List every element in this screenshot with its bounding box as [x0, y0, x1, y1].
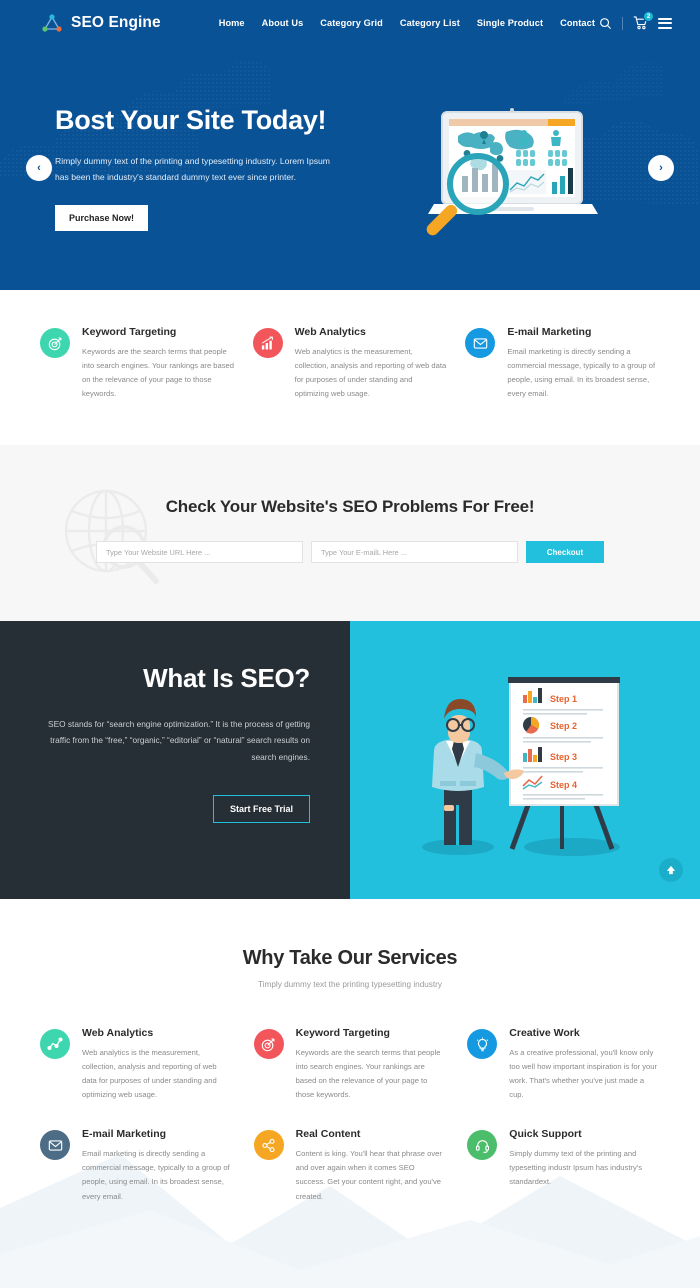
feature-text: Keywords are the search terms that peopl… [82, 347, 234, 399]
service-card: Quick Support Simply dummy text of the p… [467, 1128, 659, 1203]
what-is-seo-title: What Is SEO? [143, 663, 310, 694]
service-text: Web analytics is the measurement, collec… [82, 1048, 217, 1100]
hero-title: Bost Your Site Today! [55, 105, 327, 136]
service-card: Creative Work As a creative professional… [467, 1027, 659, 1102]
what-is-seo-content: What Is SEO? SEO stands for “search engi… [0, 621, 350, 900]
service-card: Real Content Content is king. You'll hea… [253, 1128, 446, 1203]
logo-text: SEO Engine [71, 14, 161, 31]
nav-item-category-list[interactable]: Category List [400, 18, 460, 28]
nav-item-single-product[interactable]: Single Product [477, 18, 543, 28]
nav-item-about-us[interactable]: About Us [262, 18, 304, 28]
feature-title: E-mail Marketing [507, 326, 592, 338]
hero-subtitle: Rimply dummy text of the printing and ty… [55, 156, 330, 182]
what-is-seo-text: SEO stands for “search engine optimizati… [48, 719, 310, 762]
scroll-to-top-button[interactable] [659, 858, 683, 883]
target-icon [40, 328, 70, 358]
service-text: Keywords are the search terms that peopl… [295, 1048, 441, 1100]
features-section: Keyword Targeting Keywords are the searc… [0, 290, 700, 446]
feature-title: Web Analytics [294, 326, 366, 338]
services-title: Why Take Our Services [242, 947, 458, 970]
service-title: Real Content [295, 1128, 361, 1141]
header-icons: 2 [599, 11, 672, 30]
site-header: SEO Engine Home About Us Category Grid C… [0, 0, 700, 46]
network-nodes-icon [40, 12, 64, 34]
cart-count-badge: 2 [643, 11, 654, 22]
services-heading: Why Take Our Services Timply dummy text … [40, 947, 660, 989]
service-title: Web Analytics [82, 1027, 154, 1040]
target-icon [253, 1029, 284, 1060]
flipchart-step-4-label: Step 4 [550, 780, 577, 790]
hamburger-menu-icon[interactable] [658, 17, 672, 29]
service-text: Email marketing is directly sending a co… [82, 1149, 230, 1201]
hero-prev-button[interactable]: ‹ [26, 155, 52, 181]
flipchart-step-2-label: Step 2 [550, 721, 577, 731]
search-icon[interactable] [599, 17, 612, 30]
feature-title: Keyword Targeting [82, 326, 177, 338]
envelope-icon [465, 328, 496, 358]
analytics-line-icon [40, 1029, 70, 1060]
cart-icon[interactable]: 2 [633, 11, 654, 30]
hero-next-button[interactable]: › [648, 155, 674, 181]
purchase-now-button[interactable]: Purchase Now! [55, 204, 149, 231]
header-divider [622, 16, 623, 30]
service-card: Web Analytics Web analytics is the measu… [40, 1027, 232, 1102]
what-is-seo-illustration-panel: Step 1 Step 2 Step 3 Step 4 [350, 621, 700, 900]
what-is-seo-section: What Is SEO? SEO stands for “search engi… [0, 621, 700, 900]
arrow-up-icon [666, 866, 676, 875]
share-nodes-icon [253, 1130, 284, 1161]
services-section: Why Take Our Services Timply dummy text … [0, 899, 700, 1288]
seo-check-title: Check Your Website's SEO Problems For Fr… [165, 497, 535, 517]
website-url-input[interactable] [96, 541, 303, 564]
feature-text: Web analytics is the measurement, collec… [294, 347, 447, 399]
service-text: Content is king. You'll hear that phrase… [295, 1149, 442, 1201]
seo-check-form: Checkout [0, 541, 700, 564]
service-title: Keyword Targeting [295, 1027, 390, 1040]
hero-section: ‹ › Bost Your Site Today! Rimply dummy t… [0, 46, 700, 290]
service-card: E-mail Marketing Email marketing is dire… [40, 1128, 232, 1203]
feature-card: E-mail Marketing Email marketing is dire… [465, 326, 660, 401]
envelope-icon [40, 1130, 70, 1161]
service-title: Quick Support [509, 1128, 582, 1141]
flipchart-step-1-label: Step 1 [550, 694, 577, 704]
start-free-trial-button[interactable]: Start Free Trial [212, 794, 310, 823]
bar-chart-icon [252, 328, 283, 358]
service-title: E-mail Marketing [82, 1128, 167, 1141]
nav-item-contact[interactable]: Contact [560, 18, 595, 28]
hero-illustration [355, 98, 670, 238]
services-subtitle: Timply dummy text the printing typesetti… [258, 980, 442, 990]
service-text: Simply dummy text of the printing and ty… [509, 1149, 642, 1187]
headset-icon [467, 1130, 498, 1161]
page-root: SEO Engine Home About Us Category Grid C… [0, 0, 700, 1288]
hero-content: Bost Your Site Today! Rimply dummy text … [55, 105, 355, 231]
logo[interactable]: SEO Engine [40, 12, 161, 34]
nav-item-home[interactable]: Home [219, 18, 245, 28]
main-nav: Home About Us Category Grid Category Lis… [219, 18, 595, 28]
laptop-analytics-magnifier-illustration [426, 108, 598, 236]
feature-card: Keyword Targeting Keywords are the searc… [40, 326, 235, 401]
service-title: Creative Work [509, 1027, 580, 1040]
lightbulb-icon [467, 1029, 498, 1060]
services-grid: Web Analytics Web analytics is the measu… [40, 1027, 660, 1287]
feature-text: Email marketing is directly sending a co… [507, 347, 656, 399]
service-text: As a creative professional, you'll know … [509, 1048, 658, 1100]
presenter-flipchart-illustration: Step 1 Step 2 Step 3 Step 4 [422, 677, 620, 857]
feature-card: Web Analytics Web analytics is the measu… [252, 326, 448, 401]
email-input[interactable] [311, 541, 518, 564]
seo-check-section: Check Your Website's SEO Problems For Fr… [0, 445, 700, 622]
flipchart-step-3-label: Step 3 [550, 752, 577, 762]
checkout-button[interactable]: Checkout [526, 541, 604, 564]
nav-item-category-grid[interactable]: Category Grid [320, 18, 383, 28]
service-card: Keyword Targeting Keywords are the searc… [253, 1027, 446, 1102]
